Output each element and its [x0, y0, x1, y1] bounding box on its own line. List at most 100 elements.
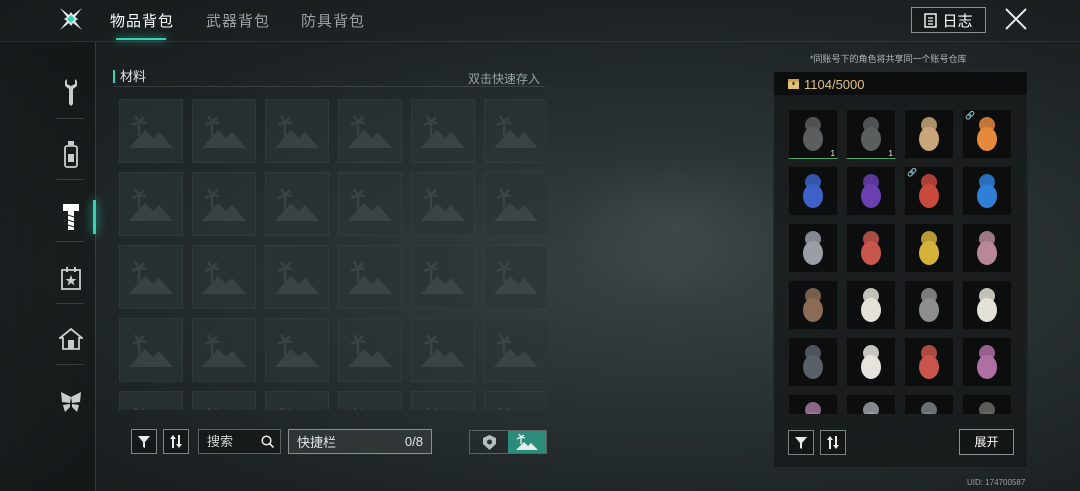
inventory-slot[interactable]	[411, 318, 475, 382]
inventory-slot[interactable]	[192, 318, 256, 382]
search-input[interactable]: 搜索	[198, 429, 281, 454]
warehouse-slot[interactable]	[962, 223, 1012, 273]
warehouse-slot[interactable]: 🔗	[962, 109, 1012, 159]
inventory-slot[interactable]	[265, 318, 329, 382]
warehouse-slot[interactable]	[962, 166, 1012, 216]
sidebar-item-collectibles[interactable]	[55, 386, 87, 418]
tab-items[interactable]: 物品背包	[110, 10, 174, 31]
item-purple-onion-icon	[977, 345, 997, 379]
inventory-slot[interactable]	[484, 391, 547, 410]
inventory-slot[interactable]	[265, 99, 329, 163]
warehouse-filter-button[interactable]	[788, 430, 814, 455]
warehouse-slot[interactable]	[904, 280, 954, 330]
inventory-slot[interactable]	[192, 99, 256, 163]
search-placeholder: 搜索	[207, 434, 234, 449]
close-icon[interactable]	[1003, 6, 1029, 32]
toggle-option-materials[interactable]	[508, 431, 546, 453]
warehouse-slot[interactable]: 1	[788, 109, 838, 159]
island-palm-icon	[202, 188, 246, 221]
section-divider	[113, 86, 545, 87]
inventory-slot[interactable]	[265, 172, 329, 236]
warehouse-slot[interactable]	[788, 394, 838, 414]
inventory-slot[interactable]	[265, 391, 329, 410]
game-logo-icon	[60, 8, 82, 30]
warehouse-slot[interactable]	[962, 337, 1012, 387]
item-white-onion-icon	[861, 288, 881, 322]
inventory-slot[interactable]	[119, 318, 183, 382]
butterfly-icon	[61, 392, 81, 412]
sort-button[interactable]	[163, 429, 189, 454]
warehouse-slot[interactable]	[788, 280, 838, 330]
item-partial-3-icon	[921, 402, 937, 414]
section-title: 材料	[113, 70, 146, 83]
island-palm-icon	[207, 407, 218, 410]
island-palm-icon	[494, 334, 538, 367]
inventory-slot[interactable]	[338, 391, 402, 410]
inventory-slot[interactable]	[192, 391, 256, 410]
inventory-slot[interactable]	[338, 99, 402, 163]
inventory-slot[interactable]	[411, 99, 475, 163]
item-count: 1	[830, 149, 835, 158]
tab-armor[interactable]: 防具背包	[301, 10, 365, 31]
inventory-slot[interactable]	[119, 391, 183, 410]
item-yellow-scarecrow-icon	[919, 231, 939, 265]
warehouse-slot[interactable]	[962, 280, 1012, 330]
inventory-slot[interactable]	[484, 245, 547, 309]
tab-weapons[interactable]: 武器背包	[206, 10, 270, 31]
quickbar-button[interactable]: 快捷栏 0/8	[288, 429, 432, 454]
sidebar-item-tools[interactable]	[55, 76, 87, 108]
warehouse-slot[interactable]	[846, 337, 896, 387]
warehouse-slot[interactable]	[904, 337, 954, 387]
toggle-option-badge[interactable]	[470, 431, 508, 453]
item-blue-card-icon	[803, 174, 823, 208]
island-palm-icon	[499, 407, 510, 410]
island-palm-icon	[275, 334, 319, 367]
inventory-slot[interactable]	[192, 245, 256, 309]
inventory-slot[interactable]	[119, 172, 183, 236]
warehouse-slot[interactable]: 🔗	[904, 166, 954, 216]
sidebar-item-materials[interactable]	[55, 201, 87, 233]
inventory-slot[interactable]	[338, 245, 402, 309]
island-palm-icon	[348, 261, 392, 294]
inventory-slot[interactable]	[338, 172, 402, 236]
log-button[interactable]: 日志	[911, 7, 986, 33]
island-palm-icon	[275, 261, 319, 294]
inventory-slot[interactable]	[411, 391, 475, 410]
warehouse-slot[interactable]	[846, 394, 896, 414]
warehouse-slot[interactable]	[846, 280, 896, 330]
sidebar-item-events[interactable]	[55, 262, 87, 294]
warehouse-slot[interactable]	[962, 394, 1012, 414]
sidebar-divider	[56, 179, 84, 180]
inventory-slot[interactable]	[484, 172, 547, 236]
inventory-slot[interactable]	[338, 318, 402, 382]
inventory-slot[interactable]	[411, 245, 475, 309]
island-palm-icon	[134, 407, 145, 410]
inventory-slot[interactable]	[119, 99, 183, 163]
filter-button[interactable]	[131, 429, 157, 454]
island-palm-icon	[353, 407, 364, 410]
warehouse-slot[interactable]	[904, 109, 954, 159]
calendar-star-icon	[61, 267, 81, 290]
inventory-slot[interactable]	[484, 99, 547, 163]
warehouse-slot[interactable]	[788, 223, 838, 273]
warehouse-slot[interactable]	[788, 337, 838, 387]
sidebar-item-housing[interactable]	[55, 323, 87, 355]
warehouse-slot[interactable]: 1	[846, 109, 896, 159]
inventory-slot[interactable]	[192, 172, 256, 236]
item-purple-dragon-icon	[861, 174, 881, 208]
warehouse-slot[interactable]	[904, 394, 954, 414]
chest-icon	[788, 79, 799, 89]
quick-store-hint: 双击快速存入	[468, 72, 541, 86]
warehouse-slot[interactable]	[788, 166, 838, 216]
warehouse-sort-button[interactable]	[820, 430, 846, 455]
inventory-slot[interactable]	[119, 245, 183, 309]
inventory-slot[interactable]	[411, 172, 475, 236]
warehouse-slot[interactable]	[904, 223, 954, 273]
sidebar-item-consumables[interactable]	[55, 138, 87, 170]
warehouse-slot[interactable]	[846, 223, 896, 273]
warehouse-slot[interactable]	[846, 166, 896, 216]
expand-button[interactable]: 展开	[959, 429, 1014, 455]
inventory-slot[interactable]	[265, 245, 329, 309]
inventory-slot[interactable]	[484, 318, 547, 382]
warehouse-grid: 1 1 🔗 🔗	[788, 109, 1014, 414]
